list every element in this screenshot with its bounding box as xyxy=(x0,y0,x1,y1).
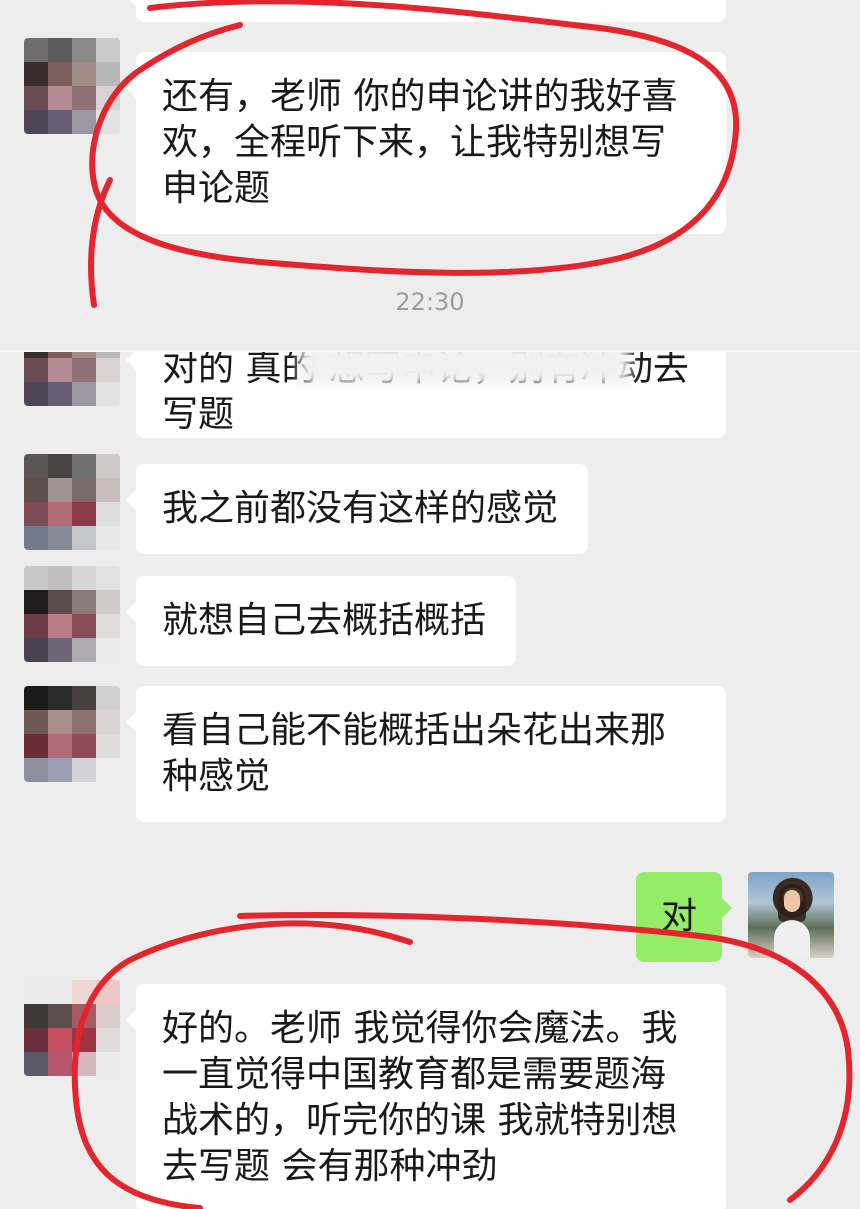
contact-avatar[interactable] xyxy=(24,686,120,782)
timestamp: 22:30 xyxy=(395,288,465,316)
censor-blur xyxy=(300,352,630,384)
contact-avatar[interactable] xyxy=(24,566,120,662)
message-bubble[interactable]: 好的。老师 我觉得你会魔法。我一直觉得中国教育都是需要题海战术的，听完你的课 我… xyxy=(126,984,726,1209)
message-bubble[interactable]: 还有，老师 你的申论讲的我好喜欢，全程听下来，让我特别想写申论题 xyxy=(126,52,726,234)
body xyxy=(774,920,810,958)
message-bubble[interactable]: 看自己能不能概括出朵花出来那种感觉 xyxy=(126,686,726,822)
message-bubble[interactable]: 就想自己去概括概括 xyxy=(126,576,516,666)
message-text: 对 xyxy=(660,896,697,937)
chat-panel-bottom: 对的 真的 想写申论，别有冲动去写题 我之前都没有这样的感觉 就想自己去概括概括… xyxy=(0,352,860,1209)
face xyxy=(784,890,800,912)
contact-avatar[interactable] xyxy=(24,980,120,1076)
message-text: 还有，老师 你的申论讲的我好喜欢，全程听下来，让我特别想写申论题 xyxy=(162,76,678,209)
chat-panel-top: 还有，老师 你的申论讲的我好喜欢，全程听下来，让我特别想写申论题 22:30 xyxy=(0,0,860,352)
message-text: 就想自己去概括概括 xyxy=(162,600,487,641)
my-avatar[interactable] xyxy=(748,872,834,958)
contact-avatar[interactable] xyxy=(24,352,120,406)
message-text: 我之前都没有这样的感觉 xyxy=(162,488,559,529)
message-bubble[interactable]: 我之前都没有这样的感觉 xyxy=(126,464,588,554)
contact-avatar[interactable] xyxy=(24,454,120,550)
message-bubble-partial[interactable] xyxy=(126,0,726,22)
contact-avatar[interactable] xyxy=(24,38,120,134)
message-text: 好的。老师 我觉得你会魔法。我一直觉得中国教育都是需要题海战术的，听完你的课 我… xyxy=(162,1008,678,1187)
message-text: 看自己能不能概括出朵花出来那种感觉 xyxy=(162,710,667,797)
sent-message-bubble[interactable]: 对 xyxy=(636,872,732,962)
